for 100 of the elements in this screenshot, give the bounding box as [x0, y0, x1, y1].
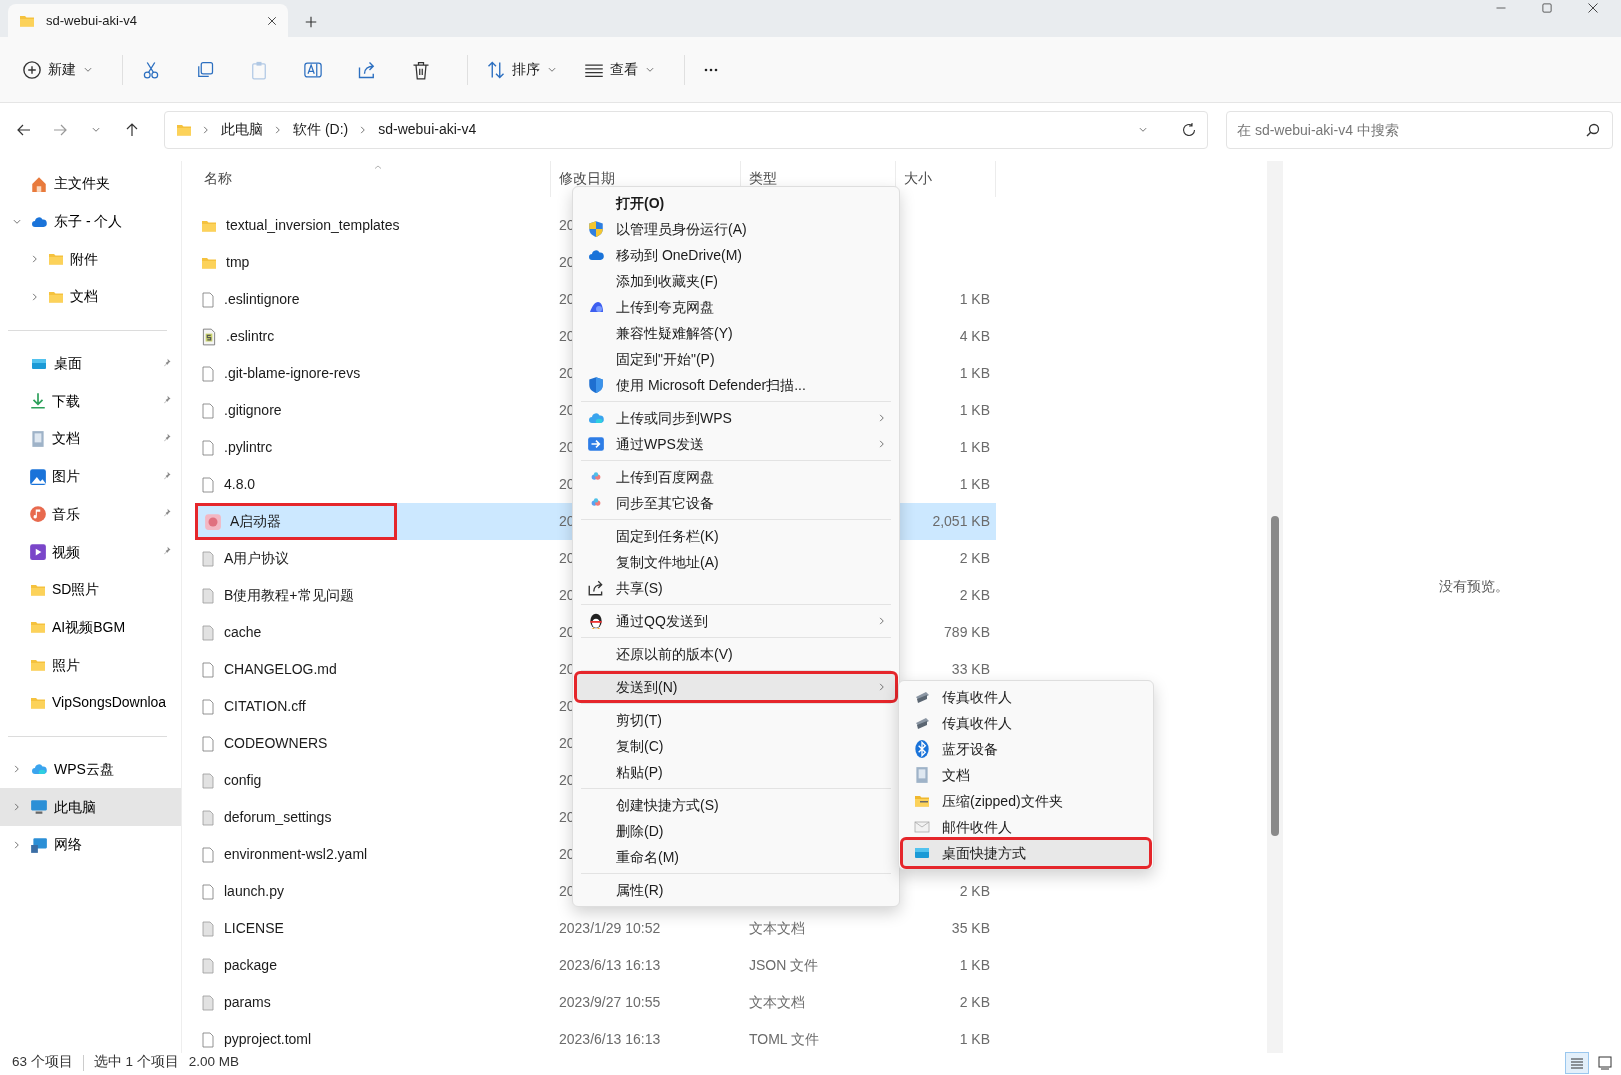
- breadcrumb-item[interactable]: 软件 (D:): [291, 119, 351, 140]
- menu-item[interactable]: 添加到收藏夹(F): [577, 268, 895, 294]
- refresh-button[interactable]: [1181, 121, 1197, 138]
- menu-item[interactable]: 文档: [903, 762, 1149, 788]
- document-icon: [913, 766, 931, 784]
- file-icon: [200, 401, 216, 420]
- menu-item[interactable]: 粘贴(P): [577, 759, 895, 785]
- folder-icon: [29, 619, 47, 636]
- menu-item[interactable]: 共享(S): [577, 575, 895, 601]
- menu-item[interactable]: 创建快捷方式(S): [577, 792, 895, 818]
- close-icon: [1587, 2, 1599, 14]
- file-size: 1 KB: [959, 291, 990, 307]
- menu-item[interactable]: 传真收件人: [903, 684, 1149, 710]
- view-toggle-button[interactable]: [1565, 1051, 1589, 1074]
- menu-item[interactable]: 通过WPS发送: [577, 431, 895, 457]
- rename-icon: [303, 59, 323, 80]
- column-header[interactable]: 大小: [904, 168, 932, 190]
- file-name: deforum_settings: [224, 808, 332, 827]
- sidebar-item[interactable]: 视频: [0, 533, 181, 571]
- desktop-icon: [912, 845, 932, 861]
- file-size: 33 KB: [951, 661, 990, 677]
- zip-folder-icon: [912, 793, 932, 809]
- menu-item[interactable]: 重命名(M): [577, 844, 895, 870]
- sort-button[interactable]: 排序: [478, 53, 566, 86]
- share-icon: [587, 579, 605, 597]
- modified-date: 2023/6/13 16:13: [559, 957, 661, 973]
- column-header[interactable]: 名称: [204, 168, 232, 190]
- menu-item[interactable]: 以管理员身份运行(A): [577, 216, 895, 242]
- sidebar-item[interactable]: 照片: [0, 646, 181, 684]
- address-bar[interactable]: 此电脑 软件 (D:) sd-webui-aki-v4: [164, 110, 1208, 149]
- file-name: .git-blame-ignore-revs: [224, 364, 361, 383]
- video-icon: [29, 543, 47, 562]
- menu-item[interactable]: 删除(D): [577, 818, 895, 844]
- sidebar-item[interactable]: SD照片: [0, 570, 181, 609]
- file-name: package: [224, 956, 277, 975]
- cloud-icon: [586, 247, 606, 263]
- view-button[interactable]: 查看: [576, 53, 664, 86]
- scrollbar-thumb[interactable]: [1271, 516, 1279, 836]
- new-tab-button[interactable]: [304, 15, 318, 29]
- menu-item[interactable]: 打开(O): [577, 190, 895, 216]
- modified-date: 2023/9/27 10:55: [559, 994, 661, 1010]
- menu-item[interactable]: 发送到(N): [577, 674, 895, 700]
- menu-item[interactable]: 同步至其它设备: [577, 490, 895, 516]
- menu-item[interactable]: 固定到"开始"(P): [577, 346, 895, 372]
- document-icon: [200, 771, 216, 790]
- file-size: 1 KB: [959, 402, 990, 418]
- folder-icon: [47, 251, 65, 268]
- sidebar-item[interactable]: VipSongsDownloa: [0, 683, 181, 722]
- file-icon: [200, 1030, 216, 1049]
- menu-item[interactable]: 固定到任务栏(K): [577, 523, 895, 549]
- scrollbar[interactable]: [1267, 161, 1283, 1053]
- file-icon: [200, 734, 216, 753]
- sidebar-item[interactable]: 网络: [0, 826, 181, 864]
- sidebar-item[interactable]: 附件: [0, 240, 181, 279]
- menu-item[interactable]: 复制(C): [577, 733, 895, 759]
- file-size: 1 KB: [959, 476, 990, 492]
- sidebar-item[interactable]: 文档: [0, 278, 181, 316]
- document-icon: [200, 623, 216, 642]
- preview-message: 没有预览。: [1439, 577, 1509, 596]
- menu-item[interactable]: 上传到百度网盘: [577, 464, 895, 490]
- sidebar-item[interactable]: 音乐: [0, 495, 181, 534]
- sidebar-item[interactable]: 下载: [0, 382, 181, 421]
- menu-item[interactable]: 属性(R): [577, 877, 895, 903]
- menu-item[interactable]: 通过QQ发送到: [577, 608, 895, 634]
- penguin-icon: [587, 612, 605, 630]
- new-button[interactable]: 新建: [14, 53, 102, 86]
- menu-item[interactable]: 邮件收件人: [903, 814, 1149, 840]
- menu-item[interactable]: 复制文件地址(A): [577, 549, 895, 575]
- breadcrumb-item[interactable]: 此电脑: [219, 119, 265, 140]
- column-header[interactable]: 修改日期: [559, 168, 615, 190]
- sidebar-item[interactable]: 主文件夹: [0, 165, 181, 203]
- close-tab-button[interactable]: [266, 14, 278, 27]
- menu-item[interactable]: 上传或同步到WPS: [577, 405, 895, 431]
- file-name: launch.py: [224, 882, 284, 901]
- sidebar-item[interactable]: AI视频BGM: [0, 608, 181, 647]
- maximize-button[interactable]: [1541, 2, 1553, 14]
- trash-icon: [411, 59, 431, 80]
- menu-item[interactable]: 剪切(T): [577, 707, 895, 733]
- menu-item[interactable]: 压缩(zipped)文件夹: [903, 788, 1149, 814]
- search-field[interactable]: 在 sd-webui-aki-v4 中搜索: [1226, 110, 1613, 149]
- sidebar-item[interactable]: 图片: [0, 457, 181, 496]
- file-name: pyproject.toml: [224, 1030, 312, 1049]
- menu-item[interactable]: 使用 Microsoft Defender扫描...: [577, 372, 895, 398]
- menu-item[interactable]: 传真收件人: [903, 710, 1149, 736]
- menu-item[interactable]: 兼容性疑难解答(Y): [577, 320, 895, 346]
- file-name: CODEOWNERS: [224, 734, 328, 753]
- sidebar-item[interactable]: WPS云盘: [0, 750, 181, 789]
- sidebar-item[interactable]: 此电脑: [0, 788, 181, 826]
- column-header[interactable]: 类型: [749, 168, 777, 190]
- menu-item[interactable]: 桌面快捷方式: [903, 840, 1149, 866]
- sidebar-item[interactable]: 桌面: [0, 344, 181, 383]
- breadcrumb-item[interactable]: sd-webui-aki-v4: [376, 119, 479, 140]
- close-button[interactable]: [1587, 2, 1599, 14]
- menu-item[interactable]: 还原以前的版本(V): [577, 641, 895, 667]
- sidebar-item[interactable]: 文档: [0, 420, 181, 458]
- sidebar-item[interactable]: 东子 - 个人: [0, 202, 181, 241]
- menu-item[interactable]: 上传到夸克网盘: [577, 294, 895, 320]
- menu-item[interactable]: 蓝牙设备: [903, 736, 1149, 762]
- file-icon: [200, 364, 216, 383]
- menu-item[interactable]: 移动到 OneDrive(M): [577, 242, 895, 268]
